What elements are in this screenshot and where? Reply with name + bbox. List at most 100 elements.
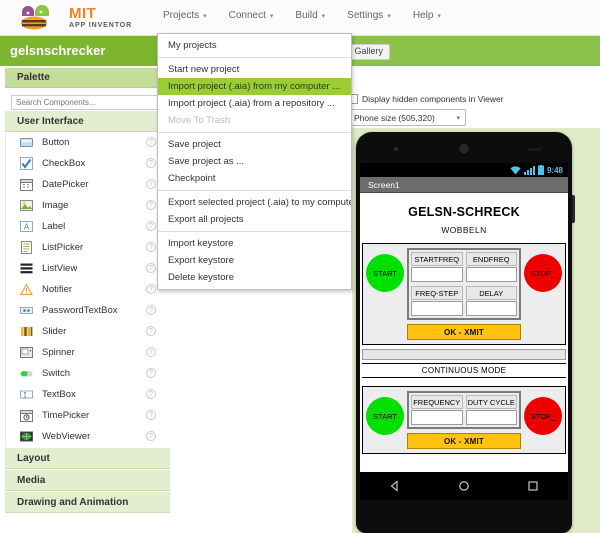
- android-nav-bar: [360, 472, 568, 500]
- phone-camera-icon: [394, 147, 398, 151]
- recents-icon[interactable]: [527, 480, 539, 492]
- listpicker-icon: [20, 241, 33, 254]
- phone-size-select[interactable]: Phone size (505,320) ▾: [348, 109, 466, 126]
- palette-item-passwordtextbox[interactable]: PasswordTextBox ?: [6, 300, 170, 321]
- datepicker-icon: [20, 178, 33, 191]
- phone-status-bar: 9:48: [360, 163, 568, 177]
- palette-item-listview[interactable]: ListView ?: [6, 258, 170, 279]
- dropdown-item-delete-keystore[interactable]: Delete keystore: [158, 269, 351, 286]
- duty-cycle-label: DUTY CYCLE: [465, 395, 517, 409]
- phone-size-value: Phone size (505,320): [354, 112, 435, 123]
- continuous-stop-button[interactable]: STOP_: [524, 397, 562, 435]
- dropdown-item-start-new-project[interactable]: Start new project: [158, 61, 351, 78]
- palette-component-list: Button ? CheckBox ? DatePicker ? Image ?…: [5, 132, 170, 447]
- palette-item-spinner[interactable]: Spinner ?: [6, 342, 170, 363]
- help-icon[interactable]: ?: [146, 200, 156, 210]
- help-icon[interactable]: ?: [146, 389, 156, 399]
- dropdown-item-save-project-as[interactable]: Save project as ...: [158, 153, 351, 170]
- help-icon[interactable]: ?: [146, 242, 156, 252]
- palette-item-label[interactable]: A Label ?: [6, 216, 170, 237]
- duty-cycle-input[interactable]: [465, 410, 517, 425]
- status-bar-time: 9:48: [546, 165, 563, 175]
- help-icon[interactable]: ?: [146, 137, 156, 147]
- help-icon[interactable]: ?: [146, 305, 156, 315]
- help-icon[interactable]: ?: [146, 347, 156, 357]
- dropdown-item-import-project-from-computer[interactable]: Import project (.aia) from my computer .…: [158, 78, 351, 95]
- palette-category-layout[interactable]: Layout: [5, 447, 170, 469]
- dropdown-item-checkpoint[interactable]: Checkpoint: [158, 170, 351, 187]
- chevron-down-icon: ▾: [269, 12, 274, 20]
- help-icon[interactable]: ?: [146, 326, 156, 336]
- help-icon[interactable]: ?: [146, 179, 156, 189]
- wobbeln-ok-xmit-button[interactable]: OK - XMIT: [407, 324, 521, 340]
- dropdown-item-export-selected-project[interactable]: Export selected project (.aia) to my com…: [158, 194, 351, 211]
- wobbeln-start-button[interactable]: START: [366, 254, 404, 292]
- menu-item-build[interactable]: Build ▾: [295, 10, 325, 21]
- button-icon: [20, 136, 33, 149]
- palette-item-textbox[interactable]: TextBox ?: [6, 384, 170, 405]
- frequency-input[interactable]: [411, 410, 463, 425]
- brand-name: MIT: [69, 5, 97, 22]
- wobbeln-panel: START STARTFREQ FREQ-STEP ENDFREQ DELAY …: [362, 243, 566, 345]
- palette-item-switch[interactable]: Switch ?: [6, 363, 170, 384]
- dropdown-item-import-keystore[interactable]: Import keystore: [158, 235, 351, 252]
- wifi-icon: [510, 165, 521, 174]
- help-icon[interactable]: ?: [146, 368, 156, 378]
- delay-label: DELAY: [465, 286, 517, 300]
- display-hidden-components-row[interactable]: Display hidden components in Viewer: [348, 94, 504, 104]
- brand-subtitle: APP INVENTOR: [69, 22, 133, 29]
- menu-separator: [158, 190, 351, 191]
- palette-item-datepicker[interactable]: DatePicker ?: [6, 174, 170, 195]
- dropdown-item-import-project-from-repository[interactable]: Import project (.aia) from a repository …: [158, 95, 351, 112]
- help-icon[interactable]: ?: [146, 431, 156, 441]
- palette-category-media[interactable]: Media: [5, 469, 170, 491]
- menu-item-help[interactable]: Help ▾: [413, 10, 441, 21]
- help-icon[interactable]: ?: [146, 221, 156, 231]
- menu-item-connect[interactable]: Connect ▾: [229, 10, 274, 21]
- app-root: MIT APP INVENTOR Projects ▾ Connect ▾ Bu…: [0, 0, 600, 533]
- notifier-icon: [20, 283, 33, 296]
- delay-input[interactable]: [465, 301, 517, 316]
- palette-item-checkbox[interactable]: CheckBox ?: [6, 153, 170, 174]
- menu-item-settings[interactable]: Settings ▾: [347, 10, 391, 21]
- freqstep-input[interactable]: [411, 301, 463, 316]
- palette-item-timepicker[interactable]: TimePicker ?: [6, 405, 170, 426]
- timepicker-icon: [20, 409, 33, 422]
- back-icon[interactable]: [389, 480, 401, 492]
- palette-item-label: Spinner: [42, 347, 75, 358]
- palette-item-button[interactable]: Button ?: [6, 132, 170, 153]
- help-icon[interactable]: ?: [146, 158, 156, 168]
- palette-item-label: Label: [42, 221, 66, 232]
- palette-item-listpicker[interactable]: ListPicker ?: [6, 237, 170, 258]
- menu-separator: [158, 132, 351, 133]
- endfreq-input[interactable]: [465, 267, 517, 282]
- dropdown-item-my-projects[interactable]: My projects: [158, 37, 351, 54]
- continuous-start-button[interactable]: START: [366, 397, 404, 435]
- dropdown-item-save-project[interactable]: Save project: [158, 136, 351, 153]
- freqstep-label: FREQ-STEP: [411, 286, 463, 300]
- wobbeln-stop-button[interactable]: STOP_: [524, 254, 562, 292]
- palette-item-notifier[interactable]: Notifier ?: [6, 279, 170, 300]
- search-input[interactable]: [11, 95, 164, 110]
- help-icon[interactable]: ?: [146, 284, 156, 294]
- continuous-ok-xmit-button[interactable]: OK - XMIT: [407, 433, 521, 449]
- help-icon[interactable]: ?: [146, 263, 156, 273]
- home-icon[interactable]: [458, 480, 470, 492]
- palette-category-drawing-and-animation[interactable]: Drawing and Animation: [5, 491, 170, 513]
- palette-item-image[interactable]: Image ?: [6, 195, 170, 216]
- menu-item-projects-label: Projects: [163, 10, 200, 21]
- dropdown-item-export-all-projects[interactable]: Export all projects: [158, 211, 351, 228]
- palette-item-label: Slider: [42, 326, 67, 337]
- dropdown-item-export-keystore[interactable]: Export keystore: [158, 252, 351, 269]
- palette-category-label: Drawing and Animation: [17, 496, 129, 508]
- chevron-down-icon: ▾: [203, 12, 207, 20]
- palette-item-label: CheckBox: [42, 158, 86, 169]
- palette-item-webviewer[interactable]: WebViewer ?: [6, 426, 170, 447]
- mit-app-inventor-logo[interactable]: MIT APP INVENTOR: [18, 3, 132, 31]
- startfreq-input[interactable]: [411, 267, 463, 282]
- help-icon[interactable]: ?: [146, 410, 156, 420]
- menu-item-projects[interactable]: Projects ▾: [163, 10, 207, 21]
- wobbeln-fields-column: STARTFREQ FREQ-STEP ENDFREQ DELAY OK - X…: [407, 248, 521, 340]
- palette-item-slider[interactable]: Slider ?: [6, 321, 170, 342]
- palette-group-user-interface[interactable]: User Interface: [5, 110, 170, 132]
